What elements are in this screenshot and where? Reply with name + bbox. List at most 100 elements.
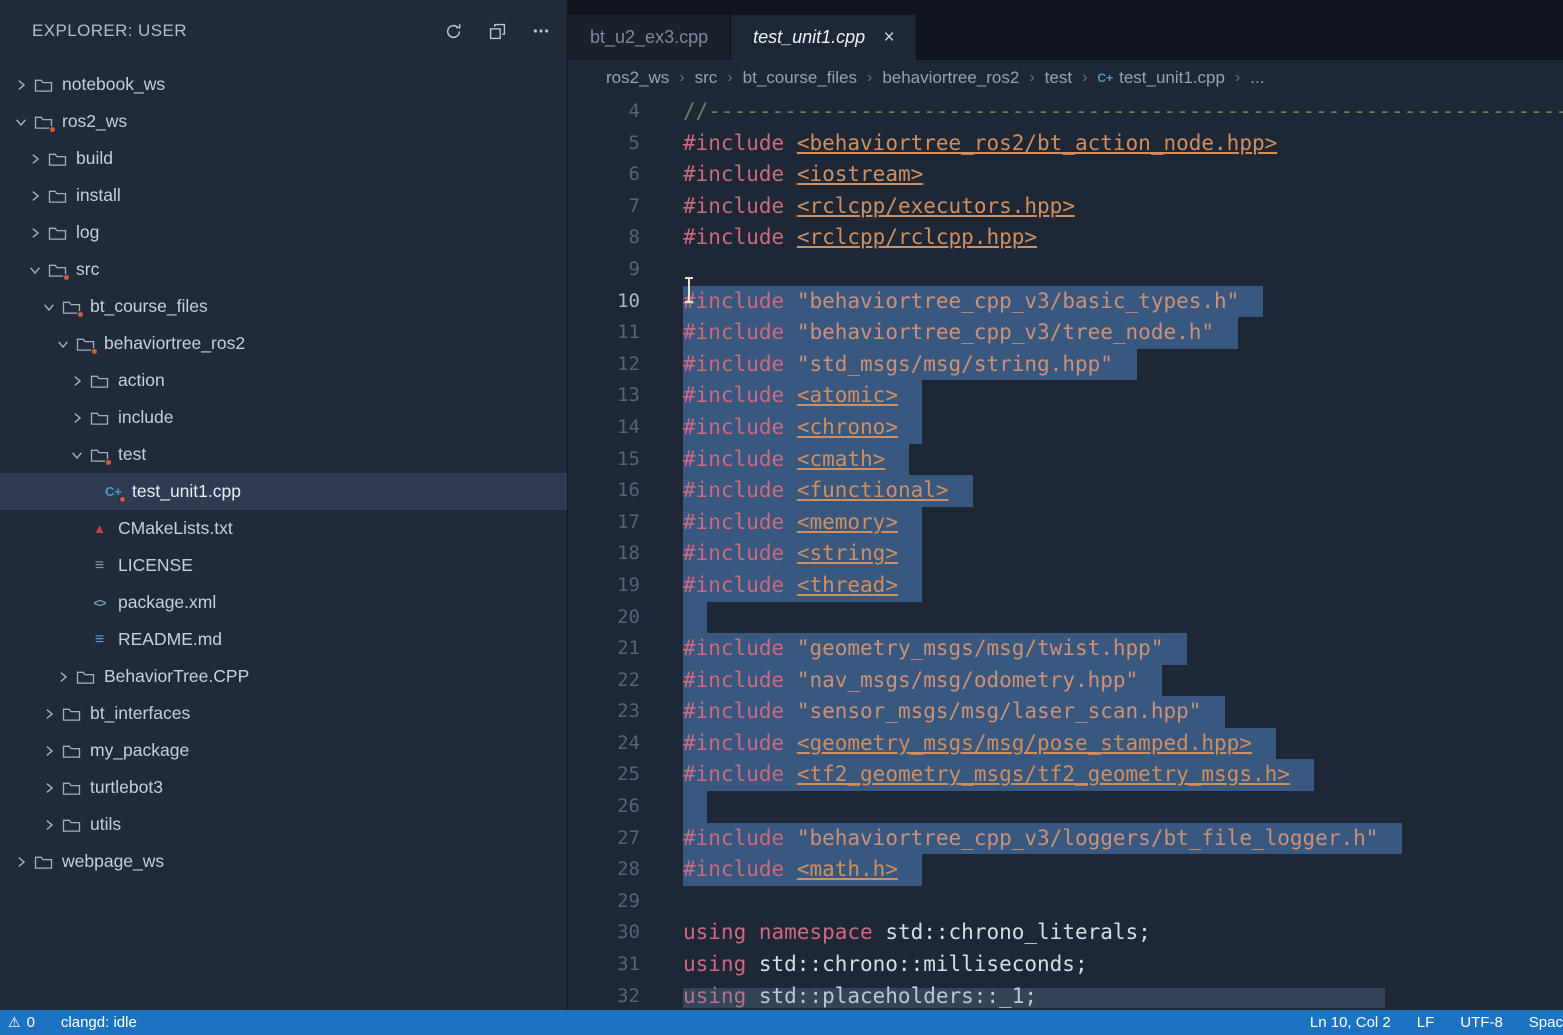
chevron-right-icon[interactable] bbox=[26, 224, 44, 242]
code-line-18[interactable]: 18#include <string> bbox=[568, 538, 1563, 570]
code-line-31[interactable]: 31using std::chrono::milliseconds; bbox=[568, 949, 1563, 981]
tree-item-README.md[interactable]: ≡README.md bbox=[0, 621, 567, 658]
chevron-right-icon[interactable] bbox=[26, 187, 44, 205]
line-number[interactable]: 12 bbox=[568, 349, 640, 381]
encoding-indicator[interactable]: UTF-8 bbox=[1460, 1014, 1503, 1031]
line-number[interactable]: 19 bbox=[568, 570, 640, 602]
line-number[interactable]: 29 bbox=[568, 886, 640, 918]
tree-item-utils[interactable]: utils bbox=[0, 806, 567, 843]
line-number[interactable]: 9 bbox=[568, 254, 640, 286]
breadcrumb-item[interactable]: ros2_ws bbox=[606, 68, 669, 88]
line-number[interactable]: 27 bbox=[568, 823, 640, 855]
line-number[interactable]: 26 bbox=[568, 791, 640, 823]
tree-item-install[interactable]: install bbox=[0, 177, 567, 214]
line-number[interactable]: 25 bbox=[568, 759, 640, 791]
breadcrumb-item[interactable]: ... bbox=[1250, 68, 1264, 88]
chevron-right-icon[interactable] bbox=[40, 816, 58, 834]
cursor-position[interactable]: Ln 10, Col 2 bbox=[1310, 1014, 1391, 1031]
chevron-down-icon[interactable] bbox=[68, 446, 86, 464]
indentation-indicator[interactable]: Spac bbox=[1529, 1014, 1563, 1031]
code-line-23[interactable]: 23#include "sensor_msgs/msg/laser_scan.h… bbox=[568, 696, 1563, 728]
code-line-26[interactable]: 26 bbox=[568, 791, 1563, 823]
code-line-9[interactable]: 9 bbox=[568, 254, 1563, 286]
breadcrumb-item[interactable]: C+test_unit1.cpp bbox=[1097, 68, 1225, 88]
chevron-right-icon[interactable] bbox=[26, 150, 44, 168]
tree-item-bt_interfaces[interactable]: bt_interfaces bbox=[0, 695, 567, 732]
tree-item-ros2_ws[interactable]: ros2_ws bbox=[0, 103, 567, 140]
tree-item-include[interactable]: include bbox=[0, 399, 567, 436]
breadcrumb-item[interactable]: src bbox=[695, 68, 718, 88]
collapse-folders-icon[interactable] bbox=[487, 21, 507, 41]
close-icon[interactable]: × bbox=[883, 27, 894, 49]
line-number[interactable]: 8 bbox=[568, 222, 640, 254]
code-line-8[interactable]: 8#include <rclcpp/rclcpp.hpp> bbox=[568, 222, 1563, 254]
code-line-11[interactable]: 11#include "behaviortree_cpp_v3/tree_nod… bbox=[568, 317, 1563, 349]
chevron-right-icon[interactable] bbox=[54, 668, 72, 686]
line-number[interactable]: 21 bbox=[568, 633, 640, 665]
tree-item-log[interactable]: log bbox=[0, 214, 567, 251]
tree-item-behaviortree_ros2[interactable]: behaviortree_ros2 bbox=[0, 325, 567, 362]
horizontal-scrollbar[interactable] bbox=[683, 988, 1385, 1008]
tree-item-test_unit1.cpp[interactable]: C+test_unit1.cpp bbox=[0, 473, 567, 510]
line-number[interactable]: 22 bbox=[568, 665, 640, 697]
line-number[interactable]: 18 bbox=[568, 538, 640, 570]
line-number[interactable]: 16 bbox=[568, 475, 640, 507]
chevron-down-icon[interactable] bbox=[40, 298, 58, 316]
code-line-6[interactable]: 6#include <iostream> bbox=[568, 159, 1563, 191]
breadcrumb-item[interactable]: bt_course_files bbox=[743, 68, 857, 88]
code-line-27[interactable]: 27#include "behaviortree_cpp_v3/loggers/… bbox=[568, 823, 1563, 855]
line-number[interactable]: 24 bbox=[568, 728, 640, 760]
line-number[interactable]: 15 bbox=[568, 444, 640, 476]
chevron-right-icon[interactable] bbox=[68, 409, 86, 427]
code-line-13[interactable]: 13#include <atomic> bbox=[568, 380, 1563, 412]
code-line-16[interactable]: 16#include <functional> bbox=[568, 475, 1563, 507]
code-line-14[interactable]: 14#include <chrono> bbox=[568, 412, 1563, 444]
code-line-15[interactable]: 15#include <cmath> bbox=[568, 444, 1563, 476]
code-line-17[interactable]: 17#include <memory> bbox=[568, 507, 1563, 539]
code-line-12[interactable]: 12#include "std_msgs/msg/string.hpp" bbox=[568, 349, 1563, 381]
line-number[interactable]: 14 bbox=[568, 412, 640, 444]
code-line-21[interactable]: 21#include "geometry_msgs/msg/twist.hpp" bbox=[568, 633, 1563, 665]
breadcrumb-item[interactable]: behaviortree_ros2 bbox=[882, 68, 1019, 88]
line-number[interactable]: 17 bbox=[568, 507, 640, 539]
code-line-10[interactable]: 10#include "behaviortree_cpp_v3/basic_ty… bbox=[568, 286, 1563, 318]
code-line-20[interactable]: 20 bbox=[568, 602, 1563, 634]
chevron-right-icon[interactable] bbox=[12, 76, 30, 94]
tree-item-webpage_ws[interactable]: webpage_ws bbox=[0, 843, 567, 880]
chevron-right-icon[interactable] bbox=[40, 742, 58, 760]
code-line-22[interactable]: 22#include "nav_msgs/msg/odometry.hpp" bbox=[568, 665, 1563, 697]
tree-item-CMakeLists.txt[interactable]: ▲CMakeLists.txt bbox=[0, 510, 567, 547]
tree-item-test[interactable]: test bbox=[0, 436, 567, 473]
code-line-5[interactable]: 5#include <behaviortree_ros2/bt_action_n… bbox=[568, 128, 1563, 160]
tree-item-bt_course_files[interactable]: bt_course_files bbox=[0, 288, 567, 325]
tree-item-notebook_ws[interactable]: notebook_ws bbox=[0, 66, 567, 103]
line-number[interactable]: 4 bbox=[568, 96, 640, 128]
code-line-24[interactable]: 24#include <geometry_msgs/msg/pose_stamp… bbox=[568, 728, 1563, 760]
code-area[interactable]: 4//-------------------------------------… bbox=[568, 96, 1563, 1010]
tree-item-package.xml[interactable]: <>package.xml bbox=[0, 584, 567, 621]
tree-item-BehaviorTree.CPP[interactable]: BehaviorTree.CPP bbox=[0, 658, 567, 695]
line-number[interactable]: 31 bbox=[568, 949, 640, 981]
more-actions-icon[interactable] bbox=[531, 21, 551, 41]
tree-item-turtlebot3[interactable]: turtlebot3 bbox=[0, 769, 567, 806]
chevron-right-icon[interactable] bbox=[40, 705, 58, 723]
line-number[interactable]: 23 bbox=[568, 696, 640, 728]
line-number[interactable]: 32 bbox=[568, 981, 640, 1010]
code-line-4[interactable]: 4//-------------------------------------… bbox=[568, 96, 1563, 128]
code-line-7[interactable]: 7#include <rclcpp/executors.hpp> bbox=[568, 191, 1563, 223]
line-number[interactable]: 20 bbox=[568, 602, 640, 634]
tab-test_unit1.cpp[interactable]: test_unit1.cpp× bbox=[731, 15, 917, 60]
chevron-right-icon[interactable] bbox=[12, 853, 30, 871]
code-line-29[interactable]: 29 bbox=[568, 886, 1563, 918]
clangd-status[interactable]: clangd: idle bbox=[61, 1014, 137, 1031]
tree-item-my_package[interactable]: my_package bbox=[0, 732, 567, 769]
code-line-25[interactable]: 25#include <tf2_geometry_msgs/tf2_geomet… bbox=[568, 759, 1563, 791]
problems-indicator[interactable]: ⚠ 0 bbox=[8, 1014, 35, 1031]
line-number[interactable]: 6 bbox=[568, 159, 640, 191]
tab-bt_u2_ex3.cpp[interactable]: bt_u2_ex3.cpp bbox=[568, 15, 731, 60]
chevron-down-icon[interactable] bbox=[26, 261, 44, 279]
line-number[interactable]: 30 bbox=[568, 917, 640, 949]
chevron-right-icon[interactable] bbox=[40, 779, 58, 797]
code-line-28[interactable]: 28#include <math.h> bbox=[568, 854, 1563, 886]
code-line-19[interactable]: 19#include <thread> bbox=[568, 570, 1563, 602]
